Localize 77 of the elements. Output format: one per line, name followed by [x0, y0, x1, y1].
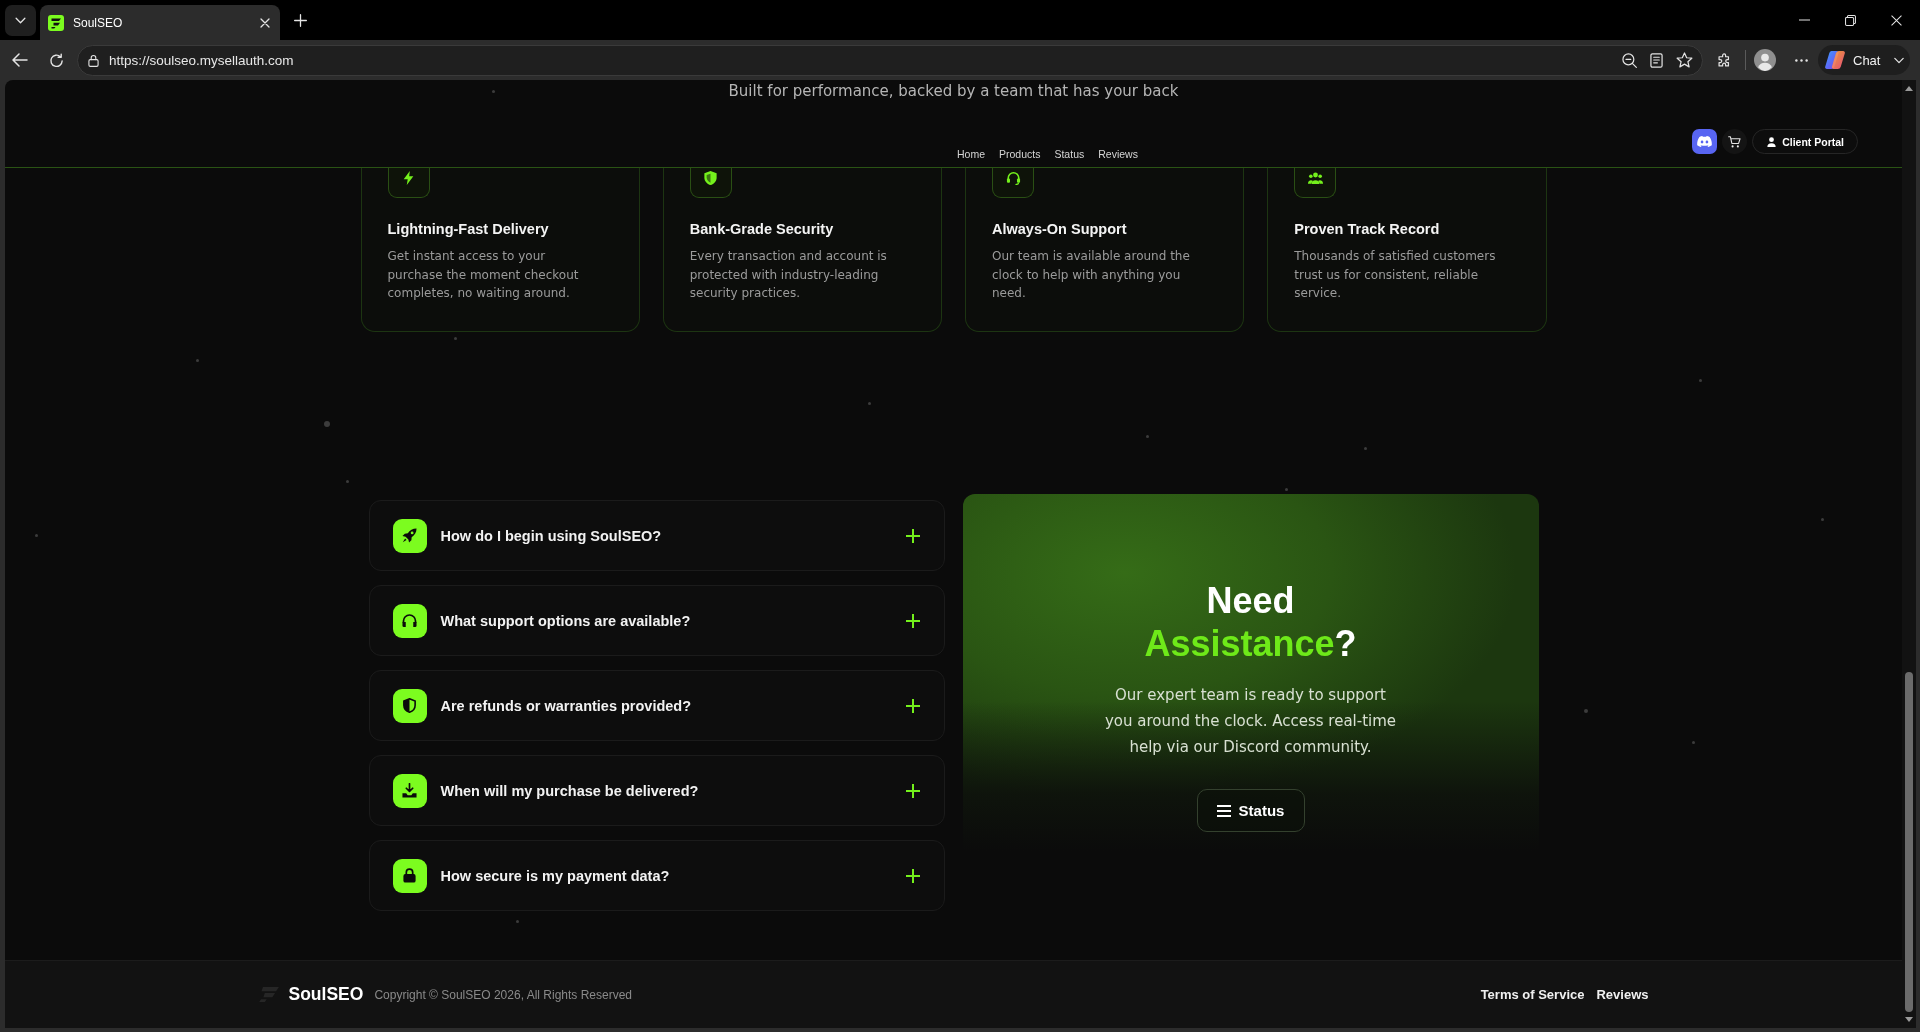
address-bar[interactable]: https://soulseo.mysellauth.com [77, 44, 1703, 76]
nav-link[interactable]: Home [957, 148, 985, 160]
faq-item[interactable]: Are refunds or warranties provided? [368, 670, 945, 741]
dot-icon [1820, 517, 1824, 521]
tab-list-button[interactable] [5, 5, 36, 36]
card-heading: Need Assistance? [1143, 579, 1358, 665]
avatar-icon[interactable] [1754, 49, 1776, 71]
feature-title: Always-On Support [992, 220, 1127, 239]
dot-icon [515, 919, 519, 923]
feature-title: Lightning-Fast Delivery [387, 220, 549, 239]
rocket-icon [392, 518, 427, 553]
faq-item[interactable]: What support options are available? [368, 585, 945, 656]
discord-icon [1697, 136, 1713, 147]
copyright-text: Copyright © SoulSEO 2026, All Rights Reserved [374, 987, 632, 1002]
close-icon[interactable] [260, 17, 270, 28]
feature-description: Get instant access to your purchase the moment checkout completes, no waiting around. [387, 248, 580, 302]
plus-icon[interactable] [294, 14, 307, 27]
nav-link[interactable]: Products [999, 148, 1041, 160]
download-icon [392, 773, 427, 808]
refresh-icon[interactable] [49, 52, 64, 68]
menu-icon [1216, 804, 1231, 817]
dot-icon [1363, 446, 1367, 450]
close-icon[interactable] [1891, 14, 1902, 26]
dot-icon [345, 479, 349, 483]
discord-button[interactable] [1692, 129, 1718, 154]
card-text: Our expert team is ready to support you around the clock. Access real-time help via our Discord community. [1103, 685, 1398, 758]
back-arrow-icon[interactable] [12, 53, 28, 67]
document-icon[interactable] [1650, 52, 1663, 68]
faq-item[interactable]: How do I begin using SoulSEO? [368, 500, 945, 571]
scrollbar-thumb[interactable] [1905, 672, 1913, 1012]
footer-link[interactable]: Terms of Service [1480, 987, 1585, 1002]
lock-icon [88, 53, 99, 67]
client-portal-button[interactable]: Client Portal [1752, 129, 1858, 154]
person-icon [1767, 136, 1777, 147]
chat-button[interactable]: Chat [1818, 45, 1910, 75]
nav-link[interactable]: Status [1054, 148, 1085, 160]
logo-icon [48, 14, 64, 31]
caret-down-icon [1905, 1017, 1913, 1022]
dot-icon [867, 401, 871, 405]
dot-icon [491, 89, 495, 93]
cart-button[interactable] [1722, 129, 1748, 154]
feature-title: Bank-Grade Security [689, 220, 834, 239]
headphones-icon [392, 603, 427, 638]
restore-icon[interactable] [1845, 14, 1856, 26]
app-logo-icon [1825, 51, 1845, 69]
status-button[interactable]: Status [1196, 789, 1305, 832]
section-subtitle: Built for performance, backed by a team that has your back [728, 82, 1179, 100]
feature-description: Our team is available around the clock to help with anything you need. [992, 248, 1191, 302]
dot-icon [324, 421, 330, 427]
faq-item[interactable]: How secure is my payment data? [368, 840, 945, 911]
chevron-down-icon [15, 17, 26, 24]
dot-icon [1691, 740, 1695, 744]
shield-icon [392, 688, 427, 723]
feature-title: Proven Track Record [1294, 220, 1440, 239]
cart-icon [1728, 135, 1742, 148]
padlock-icon [392, 858, 427, 893]
dot-icon [1145, 434, 1149, 438]
dot-icon [453, 336, 457, 340]
caret-up-icon [1905, 86, 1913, 91]
dot-icon [1584, 709, 1588, 713]
feature-description: Every transaction and account is protected with industry-leading security practices. [689, 248, 888, 302]
more-icon[interactable] [1795, 58, 1808, 62]
browser-tab[interactable]: SoulSEO [40, 5, 280, 40]
feature-description: Thousands of satisfied customers trust us for consistent, reliable service. [1294, 248, 1497, 302]
chevron-down-icon [1894, 56, 1904, 64]
dot-icon [34, 533, 38, 537]
zoom-out-icon[interactable] [1622, 52, 1637, 68]
dot-icon [1284, 487, 1288, 491]
faq-item[interactable]: When will my purchase be delivered? [368, 755, 945, 826]
nav-link[interactable]: Reviews [1098, 148, 1138, 160]
footer-link[interactable]: Reviews [1596, 987, 1649, 1002]
brand-name: SoulSEO [288, 984, 364, 1005]
dot-icon [1698, 378, 1702, 382]
star-icon[interactable] [1676, 52, 1693, 68]
puzzle-icon[interactable] [1717, 52, 1732, 68]
dot-icon [195, 358, 199, 362]
scrollbar[interactable] [1902, 80, 1916, 1028]
